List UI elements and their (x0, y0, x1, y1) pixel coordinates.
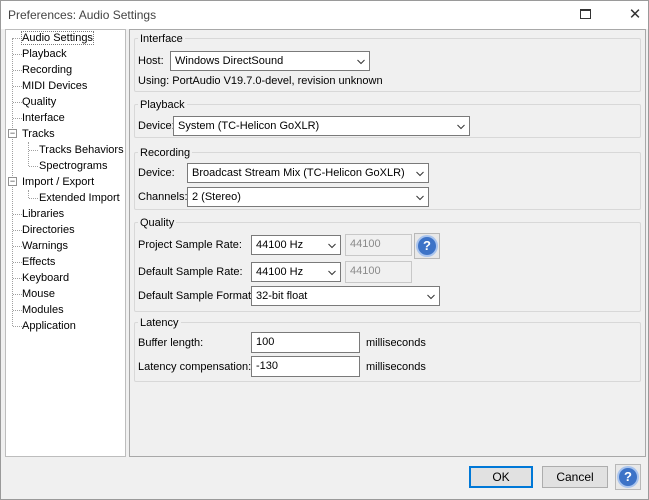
tree-item-keyboard[interactable]: Keyboard (22, 271, 69, 286)
category-tree[interactable]: − − Audio Settings Playback Recording MI… (5, 29, 126, 457)
latency-compensation-label: Latency compensation: (138, 361, 252, 373)
buffer-length-input[interactable]: 100 (251, 332, 360, 353)
help-icon[interactable]: ? (617, 466, 639, 488)
latency-group (134, 322, 641, 382)
tree-item-recording[interactable]: Recording (22, 63, 72, 78)
import-export-expander-icon[interactable]: − (8, 177, 17, 186)
cancel-button[interactable]: Cancel (542, 466, 608, 488)
tree-item-midi-devices[interactable]: MIDI Devices (22, 79, 87, 94)
preferences-window: Preferences: Audio Settings ✕ − − Audio … (0, 0, 649, 500)
quality-group-title: Quality (138, 217, 177, 229)
project-rate-label: Project Sample Rate: (138, 239, 242, 251)
chevron-down-icon (328, 243, 336, 249)
latency-compensation-unit: milliseconds (366, 361, 426, 373)
chevron-down-icon (457, 124, 465, 130)
chevron-down-icon (416, 171, 424, 177)
host-label: Host: (138, 55, 164, 67)
tree-item-tracks-behaviors[interactable]: Tracks Behaviors (39, 143, 124, 158)
buffer-length-label: Buffer length: (138, 337, 204, 349)
audio-settings-panel: Interface Host: Windows DirectSound Usin… (129, 29, 646, 457)
tree-item-warnings[interactable]: Warnings (22, 239, 68, 254)
project-rate-select[interactable]: 44100 Hz (251, 235, 341, 255)
ok-button[interactable]: OK (469, 466, 533, 488)
latency-group-title: Latency (138, 317, 181, 329)
buffer-length-unit: milliseconds (366, 337, 426, 349)
title-bar: Preferences: Audio Settings ✕ (1, 1, 648, 29)
restore-icon (580, 9, 591, 19)
project-rate-input[interactable]: 44100 (345, 234, 412, 256)
default-format-label: Default Sample Format: (138, 290, 255, 302)
tree-item-mouse[interactable]: Mouse (22, 287, 55, 302)
close-button[interactable]: ✕ (625, 5, 645, 25)
tree-item-spectrograms[interactable]: Spectrograms (39, 159, 107, 174)
tree-item-effects[interactable]: Effects (22, 255, 55, 270)
tree-item-quality[interactable]: Quality (22, 95, 56, 110)
tree-item-libraries[interactable]: Libraries (22, 207, 64, 222)
recording-group-title: Recording (138, 147, 193, 159)
chevron-down-icon (328, 270, 336, 276)
channels-select[interactable]: 2 (Stereo) (187, 187, 429, 207)
chevron-down-icon (357, 59, 365, 65)
interface-group-title: Interface (138, 33, 185, 45)
chevron-down-icon (427, 294, 435, 300)
tree-item-tracks[interactable]: Tracks (22, 127, 55, 142)
latency-compensation-input[interactable]: -130 (251, 356, 360, 377)
default-rate-select[interactable]: 44100 Hz (251, 262, 341, 282)
playback-device-select[interactable]: System (TC-Helicon GoXLR) (173, 116, 470, 136)
default-rate-label: Default Sample Rate: (138, 266, 243, 278)
tree-item-application[interactable]: Application (22, 319, 76, 334)
tree-item-extended-import[interactable]: Extended Import (39, 191, 120, 206)
window-title: Preferences: Audio Settings (8, 8, 157, 22)
portaudio-info: Using: PortAudio V19.7.0-devel, revision… (138, 75, 383, 87)
channels-label: Channels: (138, 191, 188, 203)
restore-button[interactable] (575, 5, 595, 25)
tree-item-playback[interactable]: Playback (22, 47, 67, 62)
chevron-down-icon (416, 195, 424, 201)
tree-item-directories[interactable]: Directories (22, 223, 75, 238)
playback-device-label: Device: (138, 120, 175, 132)
tree-item-modules[interactable]: Modules (22, 303, 64, 318)
tree-item-import-export[interactable]: Import / Export (22, 175, 94, 190)
host-select[interactable]: Windows DirectSound (170, 51, 370, 71)
tree-item-audio-settings[interactable]: Audio Settings (21, 31, 94, 46)
recording-device-label: Device: (138, 167, 175, 179)
recording-device-select[interactable]: Broadcast Stream Mix (TC-Helicon GoXLR) (187, 163, 429, 183)
help-icon[interactable]: ? (416, 235, 438, 257)
playback-group-title: Playback (138, 99, 187, 111)
tracks-expander-icon[interactable]: − (8, 129, 17, 138)
default-format-select[interactable]: 32-bit float (251, 286, 440, 306)
tree-item-interface[interactable]: Interface (22, 111, 65, 126)
default-rate-input[interactable]: 44100 (345, 261, 412, 283)
